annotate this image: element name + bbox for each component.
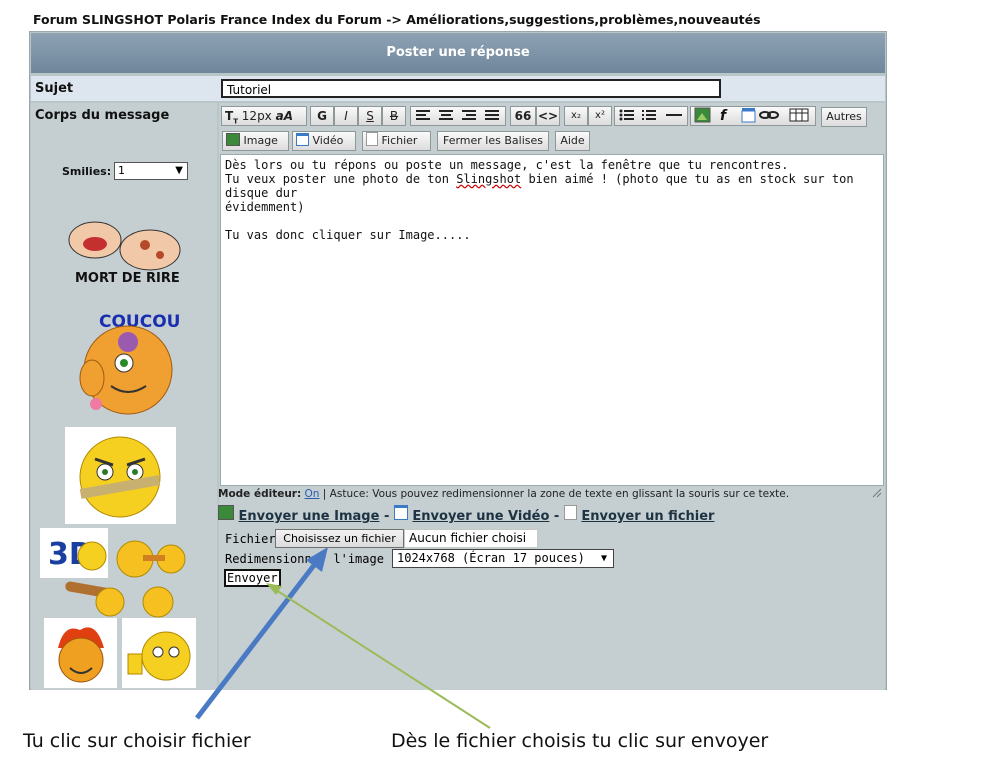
annotation-left: Tu clic sur choisir fichier — [23, 730, 251, 752]
arrow-left — [195, 547, 328, 720]
arrow-right — [266, 583, 491, 729]
annotation-arrows — [195, 547, 491, 729]
annotation-right: Dès le fichier choisis tu clic sur envoy… — [391, 730, 769, 752]
